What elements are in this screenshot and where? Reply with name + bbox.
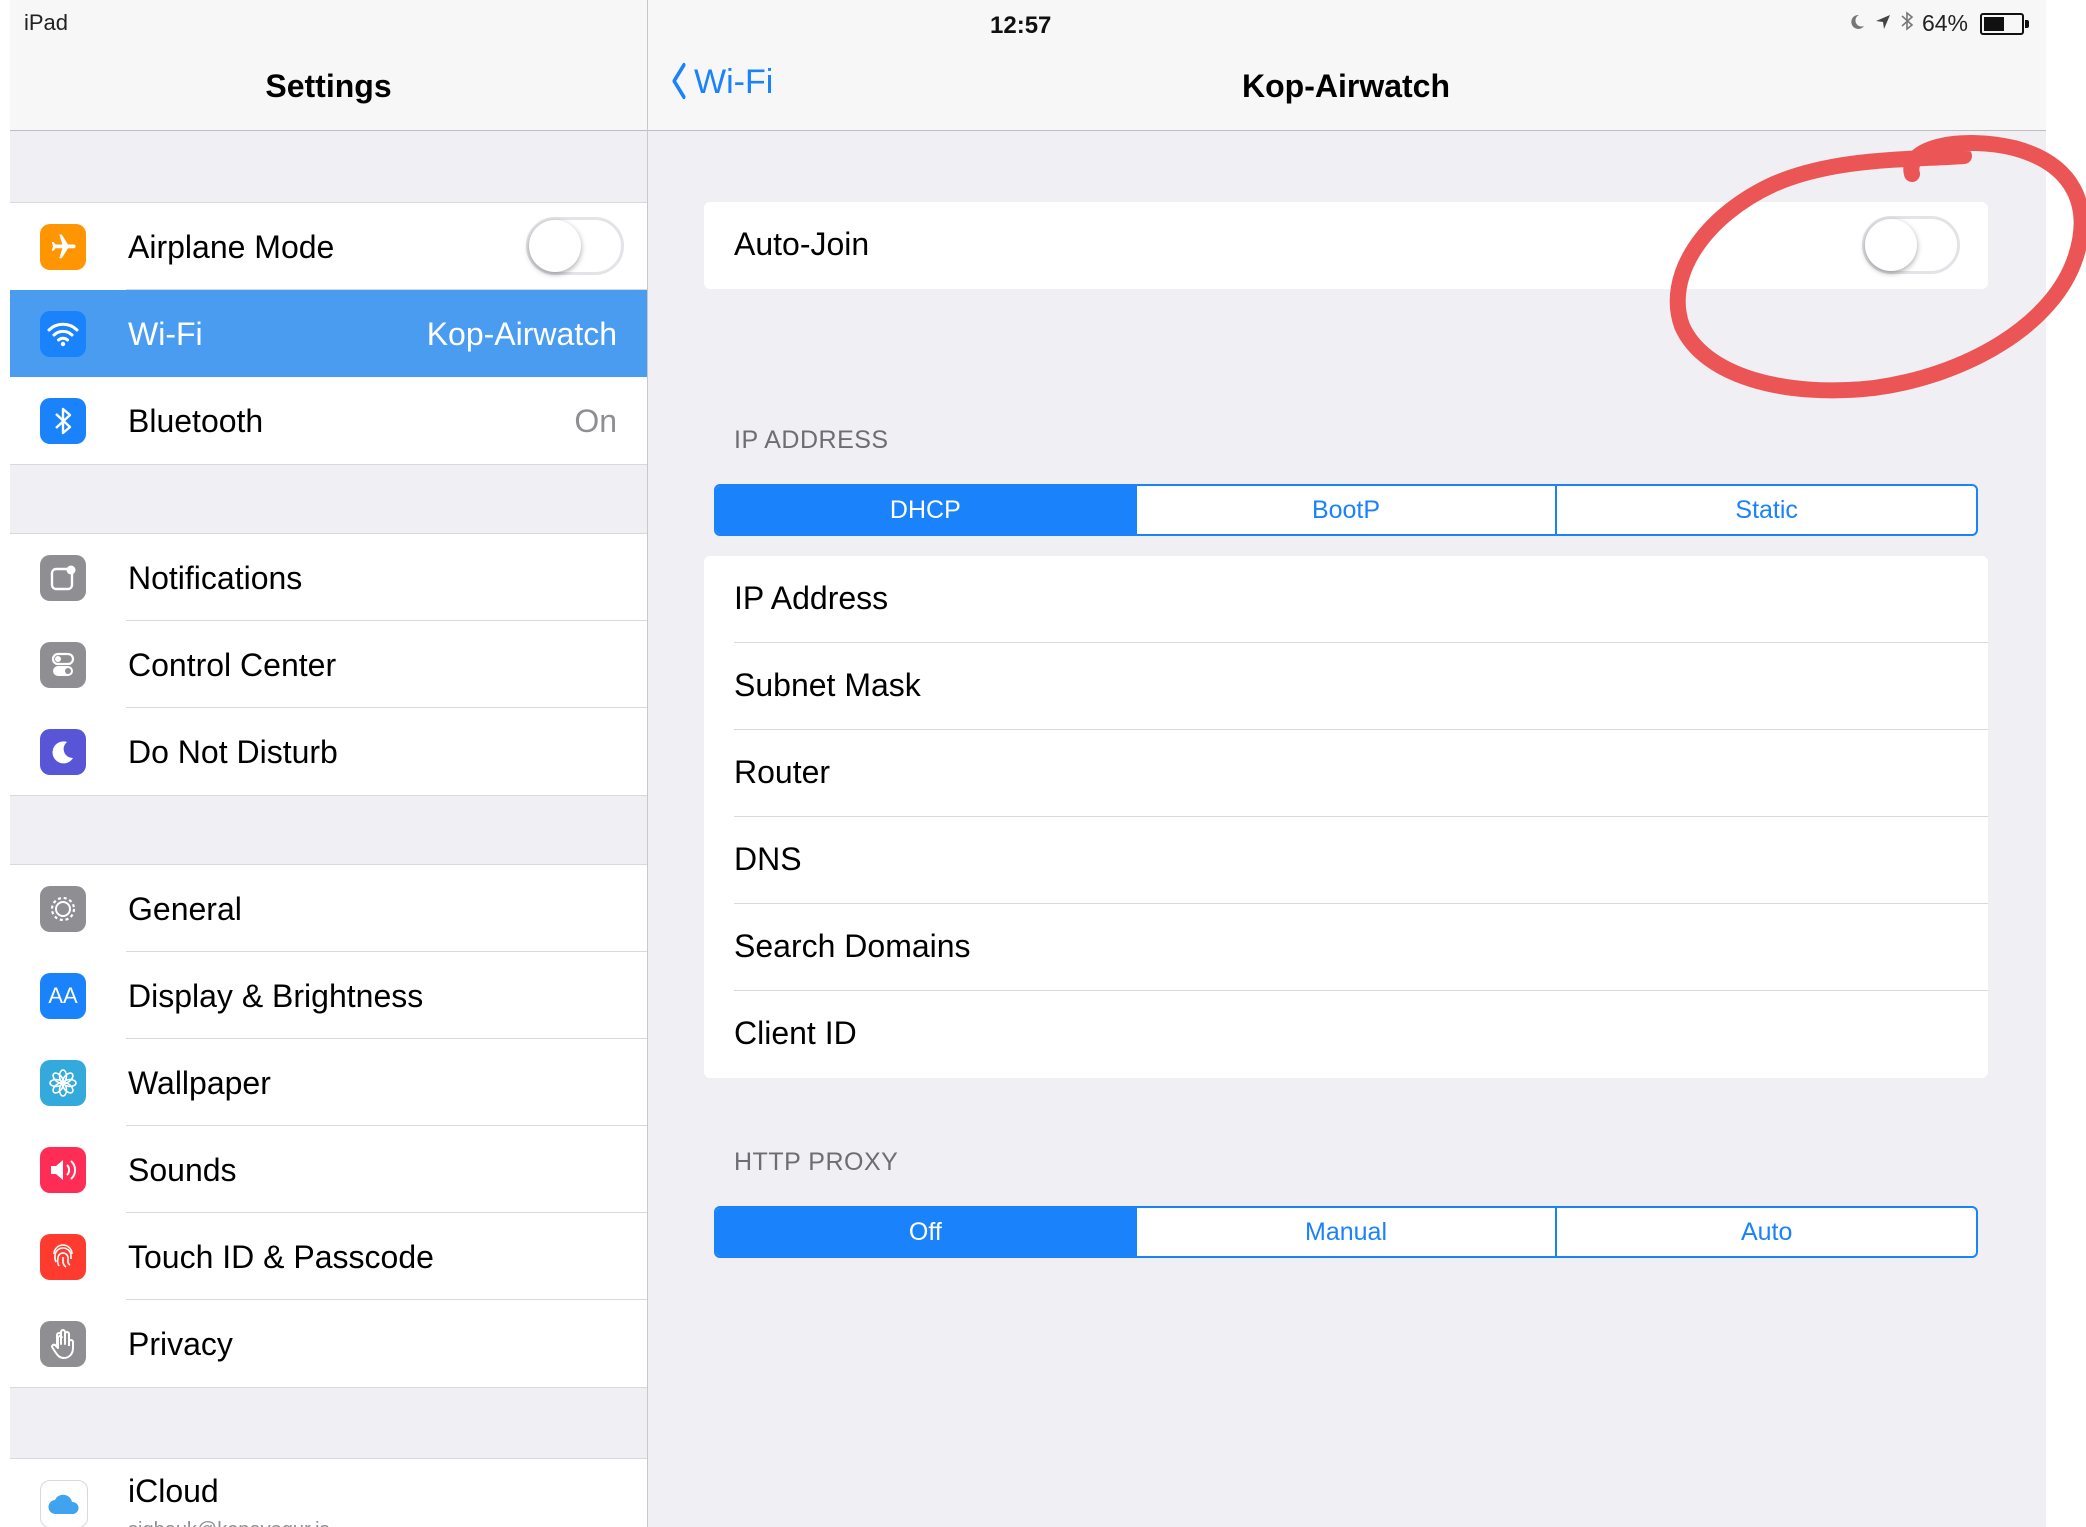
hand-icon: [40, 1321, 86, 1367]
search-domains-label: Search Domains: [734, 928, 971, 964]
sidebar-item-notifications[interactable]: Notifications: [10, 534, 647, 621]
notifications-icon: [40, 555, 86, 601]
bluetooth-icon: [40, 398, 86, 444]
settings-group-notifications: Notifications Control Center Do Not Dist…: [10, 533, 647, 796]
sidebar-item-label: Touch ID & Passcode: [128, 1239, 434, 1275]
status-indicators: 64%: [1848, 10, 2029, 37]
sidebar-item-label: Privacy: [128, 1326, 233, 1362]
sidebar-item-label: Notifications: [128, 560, 303, 596]
segment-bootp[interactable]: BootP: [1134, 486, 1556, 534]
location-arrow-icon: [1874, 11, 1892, 37]
status-bar: iPad 12:57 64%: [10, 0, 2046, 48]
settings-master-pane: Settings Airplane Mode Wi-Fi Kop-Airwatc…: [10, 0, 648, 1527]
sidebar-item-wifi[interactable]: Wi-Fi Kop-Airwatch: [10, 290, 647, 377]
device-name: iPad: [24, 10, 69, 35]
ip-details-group: IP Address Subnet Mask Router DNS Search…: [704, 556, 1988, 1078]
sidebar-item-label: Airplane Mode: [128, 229, 335, 265]
battery-level-fill: [1984, 16, 2004, 31]
auto-join-group: Auto-Join: [704, 202, 1988, 289]
segment-auto[interactable]: Auto: [1555, 1208, 1976, 1256]
sidebar-item-label: Control Center: [128, 647, 337, 683]
sidebar-item-label: Sounds: [128, 1152, 237, 1188]
sidebar-item-label: Do Not Disturb: [128, 734, 338, 770]
sidebar-item-label: Wallpaper: [128, 1065, 271, 1101]
client-id-row[interactable]: Client ID: [704, 991, 1988, 1078]
segment-off[interactable]: Off: [716, 1208, 1135, 1256]
auto-join-toggle[interactable]: [1862, 216, 1960, 274]
subnet-mask-row: Subnet Mask: [704, 643, 1988, 730]
dns-row[interactable]: DNS: [704, 817, 1988, 904]
ip-address-label: IP Address: [734, 580, 889, 616]
moon-icon: [40, 729, 86, 775]
segment-static[interactable]: Static: [1555, 486, 1976, 534]
settings-group-general: General AA Display & Brightness Wallpape…: [10, 864, 647, 1388]
airplane-icon: [40, 224, 86, 270]
auto-join-row: Auto-Join: [704, 202, 1988, 289]
sidebar-item-control-center[interactable]: Control Center: [10, 621, 647, 708]
wifi-network-value: Kop-Airwatch: [426, 316, 617, 352]
wifi-detail-pane: Wi-Fi Kop-Airwatch Auto-Join IP ADDRESS …: [648, 0, 2046, 1527]
bluetooth-icon: [1900, 10, 1914, 37]
gear-icon: [40, 886, 86, 932]
http-proxy-section-header: HTTP PROXY: [734, 1148, 899, 1176]
text-size-icon: AA: [40, 973, 86, 1019]
sidebar-item-label: Display & Brightness: [128, 978, 424, 1014]
sidebar-item-icloud[interactable]: iCloud sighauk@kopavogur.is: [10, 1459, 647, 1527]
client-id-label: Client ID: [734, 1015, 857, 1051]
sidebar-item-label: General: [128, 891, 242, 927]
dns-label: DNS: [734, 841, 802, 877]
sidebar-item-do-not-disturb[interactable]: Do Not Disturb: [10, 708, 647, 795]
ip-address-row: IP Address: [704, 556, 1988, 643]
ipad-screen: Settings Airplane Mode Wi-Fi Kop-Airwatc…: [10, 0, 2046, 1527]
subnet-mask-label: Subnet Mask: [734, 667, 921, 703]
sidebar-item-bluetooth[interactable]: Bluetooth On: [10, 377, 647, 464]
moon-icon: [1848, 11, 1866, 37]
sidebar-item-display-brightness[interactable]: AA Display & Brightness: [10, 952, 647, 1039]
http-proxy-segmented-control[interactable]: Off Manual Auto: [714, 1206, 1978, 1258]
icloud-account-email: sighauk@kopavogur.is: [128, 1519, 330, 1527]
ip-address-section-header: IP ADDRESS: [734, 426, 889, 454]
sidebar-item-touch-id-passcode[interactable]: Touch ID & Passcode: [10, 1213, 647, 1300]
speaker-icon: [40, 1147, 86, 1193]
sidebar-item-wallpaper[interactable]: Wallpaper: [10, 1039, 647, 1126]
sidebar-item-sounds[interactable]: Sounds: [10, 1126, 647, 1213]
sidebar-item-privacy[interactable]: Privacy: [10, 1300, 647, 1387]
search-domains-row[interactable]: Search Domains: [704, 904, 1988, 991]
control-center-icon: [40, 642, 86, 688]
fingerprint-icon: [40, 1234, 86, 1280]
wallpaper-flower-icon: [40, 1060, 86, 1106]
airplane-mode-toggle[interactable]: [526, 217, 624, 275]
sidebar-item-airplane-mode[interactable]: Airplane Mode: [10, 203, 647, 290]
auto-join-label: Auto-Join: [734, 226, 870, 262]
wifi-icon: [40, 311, 86, 357]
sidebar-item-label: Bluetooth: [128, 403, 264, 439]
bluetooth-value: On: [574, 403, 617, 439]
sidebar-item-label: Wi-Fi: [128, 316, 203, 352]
sidebar-item-general[interactable]: General: [10, 865, 647, 952]
ip-mode-segmented-control[interactable]: DHCP BootP Static: [714, 484, 1978, 536]
sidebar-item-label: iCloud: [128, 1473, 219, 1509]
page-title: Settings: [265, 68, 392, 104]
cloud-icon: [40, 1480, 88, 1527]
router-row: Router: [704, 730, 1988, 817]
router-label: Router: [734, 754, 831, 790]
settings-group-connectivity: Airplane Mode Wi-Fi Kop-Airwatch Bluetoo…: [10, 202, 647, 465]
battery-icon: [1980, 12, 2029, 35]
status-time: 12:57: [990, 12, 1052, 39]
segment-dhcp[interactable]: DHCP: [716, 486, 1135, 534]
settings-group-icloud: iCloud sighauk@kopavogur.is: [10, 1458, 647, 1527]
battery-percent: 64%: [1921, 10, 1968, 36]
network-title: Kop-Airwatch: [1242, 68, 1450, 104]
segment-manual[interactable]: Manual: [1134, 1208, 1556, 1256]
